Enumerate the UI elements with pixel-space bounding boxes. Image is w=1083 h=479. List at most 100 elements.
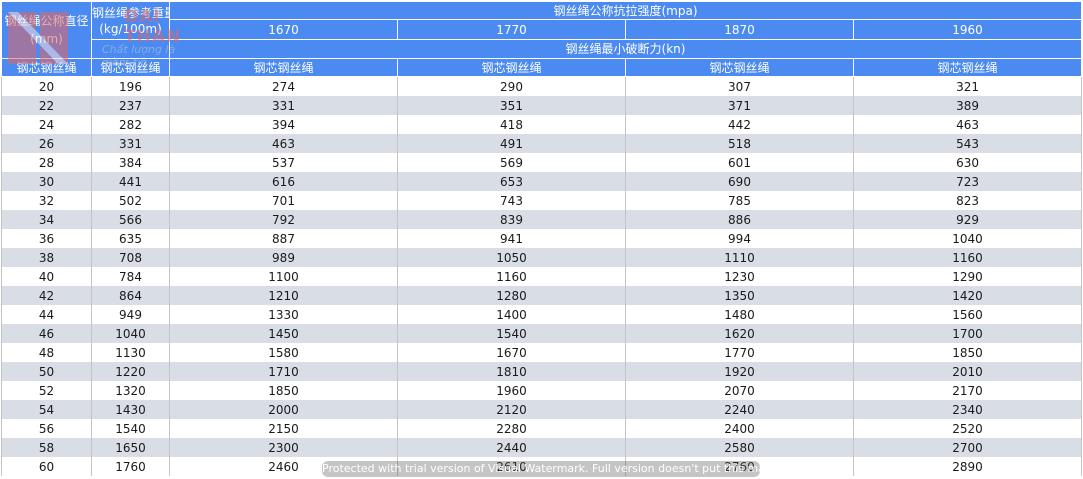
table-cell: 58 [1,438,92,457]
table-cell: 1420 [852,286,1083,305]
table-cell: 418 [397,115,626,134]
table-cell: 26 [1,134,92,153]
table-cell: 321 [852,76,1083,96]
table-cell: 2700 [852,438,1083,457]
table-cell: 1160 [397,267,626,286]
table-cell: 2000 [169,400,398,419]
table-cell: 929 [852,210,1083,229]
header-core-label: 钢芯钢丝绳 [1,58,92,77]
table-cell: 1710 [169,362,398,381]
table-cell: 331 [169,96,398,115]
table-cell: 1650 [91,438,170,457]
table-cell: 389 [852,96,1083,115]
table-cell: 30 [1,172,92,191]
table-cell: 708 [91,248,170,267]
table-cell: 949 [91,305,170,324]
table-cell: 56 [1,419,92,438]
table-cell: 1700 [852,324,1083,343]
header-core-label: 钢芯钢丝绳 [625,58,854,77]
table-cell: 723 [852,172,1083,191]
table-header: 钢丝绳公称直径(mm) 钢丝绳参考重量 (kg/100m) 钢丝绳公称抗拉强度(… [1,1,1083,77]
table-row: 32 502 701 743 785 823 [1,191,1083,210]
table-cell: 569 [397,153,626,172]
table-cell: 2170 [852,381,1083,400]
table-cell: 54 [1,400,92,419]
table-cell: 1430 [91,400,170,419]
table-cell: 1580 [169,343,398,362]
table-cell: 1050 [397,248,626,267]
table-cell: 1110 [625,248,854,267]
header-core-label: 钢芯钢丝绳 [397,58,626,77]
table-cell: 653 [397,172,626,191]
table-cell: 1130 [91,343,170,362]
table-cell: 1100 [169,267,398,286]
table-cell: 1810 [397,362,626,381]
table-cell: 1760 [91,457,170,476]
table-cell: 384 [91,153,170,172]
table-cell: 839 [397,210,626,229]
table-cell: 371 [625,96,854,115]
table-row: 26 331 463 491 518 543 [1,134,1083,153]
table-cell: 274 [169,76,398,96]
table-cell: 887 [169,229,398,248]
table-row: 50 1220 1710 1810 1920 2010 [1,362,1083,381]
header-core-label: 钢芯钢丝绳 [169,58,398,77]
table-cell: 48 [1,343,92,362]
header-grade: 1870 [625,19,854,40]
table-cell: 989 [169,248,398,267]
header-weight-spacer [91,39,170,59]
table-body: 20 196 274 290 307 321 22 237 331 351 371 389 24 282 3… [1,76,1083,476]
table-cell: 784 [91,267,170,286]
table-cell: 32 [1,191,92,210]
table-cell: 38 [1,248,92,267]
table-cell: 1850 [852,343,1083,362]
table-row: 28 384 537 569 601 630 [1,153,1083,172]
table-row: 22 237 331 351 371 389 [1,96,1083,115]
table-cell: 630 [852,153,1083,172]
header-weight-line2: (kg/100m) [99,21,162,36]
table-cell: 690 [625,172,854,191]
table-cell: 2120 [397,400,626,419]
table-cell: 1210 [169,286,398,305]
table-cell: 1350 [625,286,854,305]
table-cell: 1220 [91,362,170,381]
table-cell: 1400 [397,305,626,324]
table-cell: 1670 [397,343,626,362]
table-cell: 441 [91,172,170,191]
table-cell: 1290 [852,267,1083,286]
spec-table-container: 钢丝绳公称直径(mm) 钢丝绳参考重量 (kg/100m) 钢丝绳公称抗拉强度(… [1,1,1083,476]
table-row: 34 566 792 839 886 929 [1,210,1083,229]
table-cell: 22 [1,96,92,115]
table-cell: 1560 [852,305,1083,324]
table-row: 48 1130 1580 1670 1770 1850 [1,343,1083,362]
table-cell: 2400 [625,419,854,438]
header-grade: 1670 [169,19,398,40]
table-cell: 743 [397,191,626,210]
header-weight-line1: 钢丝绳参考重量 [92,5,170,20]
table-cell: 1330 [169,305,398,324]
table-cell: 543 [852,134,1083,153]
table-cell: 941 [397,229,626,248]
table-cell: 2520 [852,419,1083,438]
header-grade: 1960 [852,19,1083,40]
table-row: 30 441 616 653 690 723 [1,172,1083,191]
table-cell: 1040 [91,324,170,343]
table-cell: 442 [625,115,854,134]
table-cell: 2240 [625,400,854,419]
table-cell: 1280 [397,286,626,305]
table-cell: 701 [169,191,398,210]
table-cell: 994 [625,229,854,248]
table-cell: 28 [1,153,92,172]
table-cell: 50 [1,362,92,381]
table-cell: 463 [169,134,398,153]
table-cell: 785 [625,191,854,210]
table-cell: 2150 [169,419,398,438]
header-diameter: 钢丝绳公称直径(mm) [1,1,92,59]
table-cell: 2580 [625,438,854,457]
header-breaking-title: 钢丝绳最小破断力(kn) [168,39,1083,59]
table-cell: 864 [91,286,170,305]
table-cell: 635 [91,229,170,248]
table-cell: 2070 [625,381,854,400]
table-cell: 566 [91,210,170,229]
table-cell: 40 [1,267,92,286]
